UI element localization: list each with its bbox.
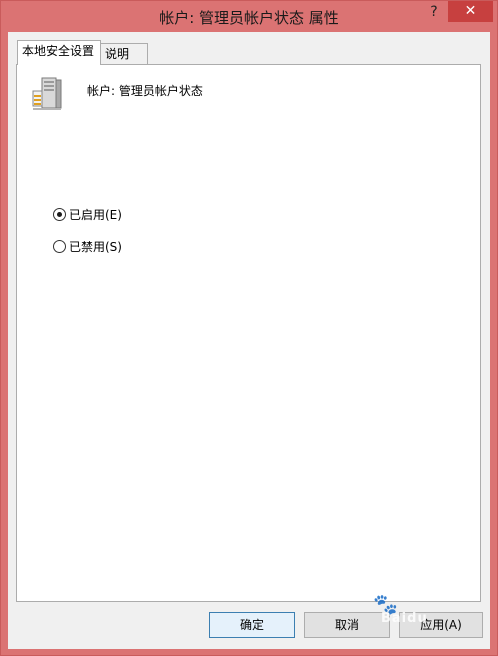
- help-button[interactable]: ?: [421, 1, 447, 23]
- tab-explain[interactable]: 说明: [100, 43, 148, 65]
- tab-label: 说明: [105, 47, 130, 61]
- watermark-text: Baidu: [381, 611, 428, 626]
- dialog-client-area: 本地安全设置 说明 帐户: 管理员帐户状态 已启用(E) 已禁用(S) 确定 取…: [8, 32, 490, 649]
- watermark: 🐾 Baidu: [373, 593, 483, 637]
- policy-name: 帐户: 管理员帐户状态: [87, 84, 203, 98]
- server-icon: [32, 77, 62, 110]
- radio-label[interactable]: 已禁用(S): [69, 239, 122, 255]
- radio-selected-dot: [57, 212, 62, 217]
- radio-button[interactable]: [53, 208, 66, 221]
- close-button[interactable]: ✕: [448, 1, 493, 22]
- tab-panel: 帐户: 管理员帐户状态 已启用(E) 已禁用(S): [16, 64, 481, 602]
- title-bar[interactable]: 帐户: 管理员帐户状态 属性 ? ✕: [1, 1, 497, 33]
- tab-local-security-setting[interactable]: 本地安全设置: [17, 40, 101, 65]
- radio-button[interactable]: [53, 240, 66, 253]
- tab-label: 本地安全设置: [22, 44, 95, 58]
- radio-label[interactable]: 已启用(E): [69, 207, 122, 223]
- ok-button[interactable]: 确定: [209, 612, 295, 638]
- properties-dialog: 帐户: 管理员帐户状态 属性 ? ✕ 本地安全设置 说明 帐户: 管理员帐户状态…: [0, 0, 498, 656]
